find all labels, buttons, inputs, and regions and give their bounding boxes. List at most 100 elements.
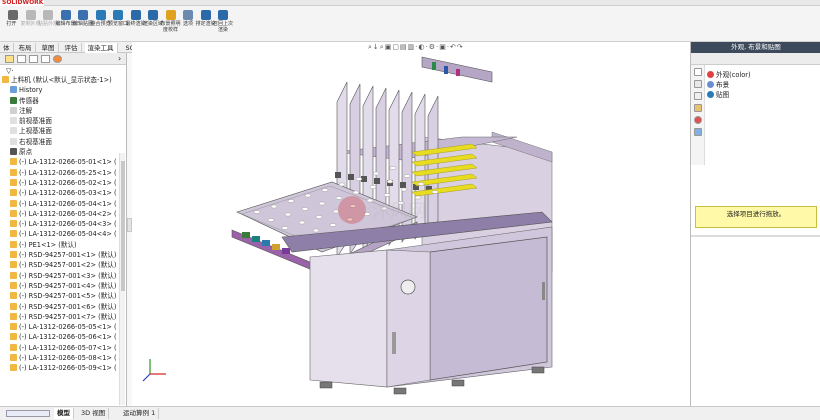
tree-item-label: (-) LA-1312-0266-05-04<2> (	[19, 209, 117, 218]
tray-hole	[318, 201, 326, 206]
tab-2[interactable]: 草图	[39, 43, 59, 53]
appearance-item-icon	[707, 71, 714, 78]
part-icon	[10, 240, 17, 248]
appearance-tree-item[interactable]: 贴图	[707, 90, 819, 100]
config-tab-icon[interactable]	[29, 55, 38, 63]
appearance-icon[interactable]	[693, 116, 702, 124]
appearance-item-icon	[707, 91, 714, 98]
part-icon	[10, 343, 17, 351]
tree-item-label: (-) RSD-94257-001<6> (默认)	[19, 302, 117, 311]
tree-item-label: (-) RSD-94257-001<3> (默认)	[19, 271, 117, 280]
part-icon	[10, 168, 17, 176]
tab-0[interactable]: 体	[0, 43, 14, 53]
tray-hole	[304, 193, 312, 198]
paste-appearance-icon	[43, 10, 53, 20]
appearance-tree-item[interactable]: 布景	[707, 80, 819, 90]
command-manager-ribbon: 打开 复制外观 粘贴外观 编辑布景 编辑贴图 整合预览 预览窗口 最终渲染 渲染区域 布景照明度…	[0, 6, 820, 42]
property-tab-icon[interactable]	[17, 55, 26, 63]
tree-item-label: (-) LA-1312-0266-05-25<1> (	[19, 168, 117, 177]
tree-item[interactable]: (-) RSD-94257-001<7> (默认)	[2, 312, 120, 322]
tree-item[interactable]: (-) LA-1312-0266-05-04<3> (	[2, 219, 120, 229]
tree-item[interactable]: (-) LA-1312-0266-05-04<1> (	[2, 199, 120, 209]
tray-hole	[403, 174, 411, 178]
task-pane-nav[interactable]	[691, 53, 820, 65]
tree-item[interactable]: (-) LA-1312-0266-05-05<1> (	[2, 322, 120, 332]
tab-navigator[interactable]	[6, 410, 50, 417]
render-region-icon	[148, 10, 158, 20]
tray-hole	[329, 223, 337, 227]
panel-expand-icon[interactable]: ›	[118, 54, 121, 63]
svg-text:沐风网: 沐风网	[372, 201, 426, 222]
tray-hole	[369, 185, 377, 189]
tray-hole	[383, 193, 391, 197]
tree-item[interactable]: (-) RSD-94257-001<6> (默认)	[2, 302, 120, 312]
tray-hole	[267, 218, 275, 222]
part-icon	[10, 312, 17, 320]
tree-item[interactable]: (-) RSD-94257-001<3> (默认)	[2, 271, 120, 281]
tree-item[interactable]: (-) LA-1312-0266-05-08<1> (	[2, 353, 120, 363]
home-icon[interactable]	[693, 68, 702, 76]
recall-render-button[interactable]: 召回上次渲染	[212, 8, 234, 41]
panel-tabs-toolbar: ›	[0, 53, 126, 65]
tree-item[interactable]: (-) LA-1312-0266-05-01<1> (	[2, 157, 120, 167]
tree-item[interactable]: 注解	[2, 106, 120, 116]
tree-item-label: 前视基准面	[19, 117, 52, 126]
tree-item[interactable]: (-) RSD-94257-001<5> (默认)	[2, 291, 120, 301]
bottom-tab[interactable]: 运动算例 1	[120, 408, 160, 419]
appearance-tree-item[interactable]: 外观(color)	[707, 70, 819, 80]
feature-tree-tab-icon[interactable]	[5, 55, 14, 63]
graphics-area[interactable]: 沐风网	[132, 42, 688, 406]
tree-item[interactable]: (-) LA-1312-0266-05-06<1> (	[2, 332, 120, 342]
integrated-preview-icon	[95, 10, 106, 20]
tree-item[interactable]: 上视基准面	[2, 126, 120, 136]
tree-item[interactable]: 前视基准面	[2, 116, 120, 126]
tab-4[interactable]: 渲染工具	[84, 43, 118, 53]
tree-item[interactable]: (-) RSD-94257-001<2> (默认)	[2, 260, 120, 270]
tree-item[interactable]: (-) LA-1312-0266-05-02<1> (	[2, 178, 120, 188]
tree-item[interactable]: 右视基准面	[2, 137, 120, 147]
tab-1[interactable]: 布局	[16, 43, 36, 53]
bottom-tab[interactable]: 模型	[54, 408, 74, 419]
tree-item[interactable]: (-) PE1<1> (默认)	[2, 240, 120, 250]
tree-item[interactable]: (-) LA-1312-0266-05-25<1> (	[2, 168, 120, 178]
tree-item[interactable]: 传感器	[2, 96, 120, 106]
tree-item[interactable]: 原点	[2, 147, 120, 157]
tree-item-label: (-) LA-1312-0266-05-06<1> (	[19, 333, 117, 342]
tree-item-label: (-) LA-1312-0266-05-03<1> (	[19, 189, 117, 198]
tree-item[interactable]: (-) RSD-94257-001<1> (默认)	[2, 250, 120, 260]
feature-icon	[10, 106, 17, 114]
assembly-icon	[2, 76, 9, 83]
tree-filter-icon[interactable]: ▽·	[6, 67, 14, 75]
panel-separator[interactable]	[691, 235, 820, 237]
final-render-icon	[130, 10, 141, 20]
part-icon	[10, 178, 17, 186]
edit-decal-icon	[78, 10, 88, 20]
tree-item[interactable]: (-) LA-1312-0266-05-03<1> (	[2, 188, 120, 198]
tray-hole	[321, 188, 329, 192]
tree-scrollbar[interactable]	[119, 153, 125, 405]
part-icon	[10, 281, 17, 289]
tree-item[interactable]: (-) LA-1312-0266-05-07<1> (	[2, 343, 120, 353]
custom-props-icon[interactable]	[693, 128, 702, 136]
tray-hole	[253, 210, 261, 214]
scrollbar-thumb[interactable]	[121, 161, 125, 291]
tree-item-label: (-) RSD-94257-001<1> (默认)	[19, 251, 117, 260]
library-icon[interactable]	[693, 80, 702, 88]
tree-item[interactable]: (-) LA-1312-0266-05-04<2> (	[2, 209, 120, 219]
part-icon	[10, 230, 17, 238]
tree-root[interactable]: 上料机 (默认<默认_显示状态-1>)	[2, 75, 120, 85]
explorer-icon[interactable]	[693, 92, 702, 100]
display-tab-icon[interactable]	[53, 55, 62, 63]
part-icon	[10, 220, 17, 228]
bottom-tab[interactable]: 3D 视图	[78, 408, 110, 419]
heads-up-view-toolbar[interactable]: ⌕↓⌕▣▢▤▥·◐·⚙·▣·↶↷	[368, 42, 578, 53]
tree-item[interactable]: (-) LA-1312-0266-05-09<1> (	[2, 363, 120, 373]
tree-item[interactable]: (-) LA-1312-0266-05-04<4> (	[2, 229, 120, 239]
tree-item[interactable]: History	[2, 85, 120, 95]
feature-tree: 上料机 (默认<默认_显示状态-1>) History 传感器 注解 前视基准面 上视基…	[2, 75, 120, 374]
dimxpert-tab-icon[interactable]	[41, 55, 50, 63]
view-palette-icon[interactable]	[693, 104, 702, 112]
tab-3[interactable]: 评估	[62, 43, 82, 53]
tray-hole	[287, 199, 295, 203]
tree-item[interactable]: (-) RSD-94257-001<4> (默认)	[2, 281, 120, 291]
